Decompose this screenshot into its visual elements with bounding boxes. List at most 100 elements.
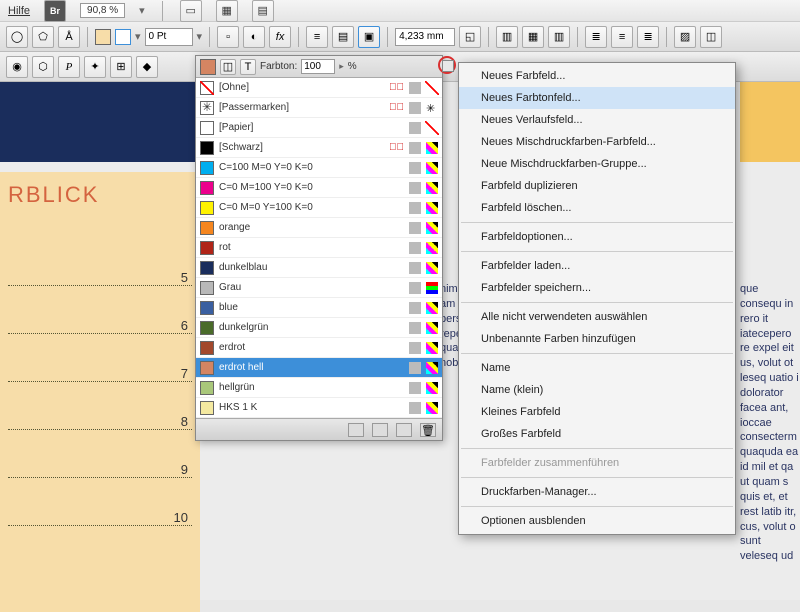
t2-icon[interactable]: ⬡ xyxy=(32,56,54,78)
menubar: Hilfe Br 90,8 % ▾ ▭ ▦ ▤ xyxy=(0,0,800,22)
swatches-header: ◫ T Farbton: ▸ % xyxy=(196,56,442,78)
swatch-name: [Ohne] xyxy=(219,82,384,93)
bridge-button[interactable]: Br xyxy=(44,0,66,22)
swatch-row[interactable]: C=0 M=100 Y=0 K=0 xyxy=(196,178,442,198)
swatch-row[interactable]: HKS 1 K xyxy=(196,398,442,418)
swatch-row[interactable]: C=0 M=0 Y=100 K=0 xyxy=(196,198,442,218)
panel-type-proxy[interactable]: T xyxy=(240,59,256,75)
swatch-row[interactable]: dunkelblau xyxy=(196,258,442,278)
menu-item[interactable]: Farbfelder laden... xyxy=(459,255,735,277)
menu-item[interactable]: Farbfelder speichern... xyxy=(459,277,735,299)
swatch-row[interactable]: erdrot hell xyxy=(196,358,442,378)
menu-item[interactable]: Name xyxy=(459,357,735,379)
swatch-row[interactable]: Grau xyxy=(196,278,442,298)
panel-stroke-proxy[interactable]: ◫ xyxy=(220,59,236,75)
stroke-color[interactable] xyxy=(115,29,131,45)
fill-color[interactable] xyxy=(95,29,111,45)
menu-item[interactable]: Neue Mischdruckfarben-Gruppe... xyxy=(459,153,735,175)
new-swatch-icon[interactable] xyxy=(396,423,412,437)
swatch-row[interactable]: orange xyxy=(196,218,442,238)
swatch-chip xyxy=(200,141,214,155)
global-icon xyxy=(409,362,421,374)
swatch-list[interactable]: [Ohne]✎⃠[Passermarken]✎⃠✳[Papier][Schwar… xyxy=(196,78,442,418)
menu-item[interactable]: Neues Verlaufsfeld... xyxy=(459,109,735,131)
swatch-chip xyxy=(200,361,214,375)
toc-row: 7 xyxy=(8,334,192,382)
menu-item[interactable]: Neues Farbfeld... xyxy=(459,65,735,87)
menu-help[interactable]: Hilfe xyxy=(8,5,30,17)
effects-icon[interactable]: ▫ xyxy=(217,26,239,48)
swatch-row[interactable]: [Ohne]✎⃠ xyxy=(196,78,442,98)
opacity-icon[interactable]: ◐ xyxy=(243,26,265,48)
menu-item[interactable]: Druckfarben-Manager... xyxy=(459,481,735,503)
swatch-row[interactable]: [Schwarz]✎⃠ xyxy=(196,138,442,158)
workspace-icon[interactable]: ▤ xyxy=(252,0,274,22)
show-list-icon[interactable] xyxy=(348,423,364,437)
menu-item[interactable]: Name (klein) xyxy=(459,379,735,401)
menu-item[interactable]: Farbfeld duplizieren xyxy=(459,175,735,197)
extra2-icon[interactable]: ◫ xyxy=(700,26,722,48)
global-icon xyxy=(409,202,421,214)
wrap3-icon[interactable]: ▣ xyxy=(358,26,380,48)
fx-icon[interactable]: fx xyxy=(269,26,291,48)
blue-rect xyxy=(0,82,200,162)
menu-item[interactable]: Neues Farbtonfeld... xyxy=(459,87,735,109)
swatch-row[interactable]: erdrot xyxy=(196,338,442,358)
t3-icon[interactable]: ✦ xyxy=(84,56,106,78)
menu-item[interactable]: Farbfeld löschen... xyxy=(459,197,735,219)
measure-input[interactable] xyxy=(395,28,455,46)
swatch-row[interactable]: [Papier] xyxy=(196,118,442,138)
align3-icon[interactable]: ▥ xyxy=(548,26,570,48)
swatch-row[interactable]: hellgrün xyxy=(196,378,442,398)
menu-item[interactable]: Großes Farbfeld xyxy=(459,423,735,445)
menu-divider xyxy=(461,448,733,449)
p-icon[interactable]: P xyxy=(58,56,80,78)
tint-input[interactable] xyxy=(301,59,335,74)
zoom-input[interactable]: 90,8 % xyxy=(80,3,125,18)
swatch-row[interactable]: blue xyxy=(196,298,442,318)
dist3-icon[interactable]: ≣ xyxy=(637,26,659,48)
swatch-chip xyxy=(200,201,214,215)
dist2-icon[interactable]: ≡ xyxy=(611,26,633,48)
wrap2-icon[interactable]: ▤ xyxy=(332,26,354,48)
show-grid-icon[interactable] xyxy=(372,423,388,437)
swatch-chip xyxy=(200,81,214,95)
t4-icon[interactable]: ⊞ xyxy=(110,56,132,78)
menu-item[interactable]: Optionen ausblenden xyxy=(459,510,735,532)
swatch-chip xyxy=(200,341,214,355)
menu-divider xyxy=(461,251,733,252)
character-icon[interactable]: Å xyxy=(58,26,80,48)
extra1-icon[interactable]: ▨ xyxy=(674,26,696,48)
ellipse-tool-icon[interactable]: ◯ xyxy=(6,26,28,48)
colormode-icon xyxy=(426,302,438,314)
colormode-icon xyxy=(426,242,438,254)
arrange-icon[interactable]: ▦ xyxy=(216,0,238,22)
t5-icon[interactable]: ◆ xyxy=(136,56,158,78)
wrap-icon[interactable]: ≡ xyxy=(306,26,328,48)
poly-tool-icon[interactable]: ⬠ xyxy=(32,26,54,48)
swatch-row[interactable]: dunkelgrün xyxy=(196,318,442,338)
panel-fill-proxy[interactable] xyxy=(200,59,216,75)
corner-icon[interactable]: ◱ xyxy=(459,26,481,48)
menu-item[interactable]: Kleines Farbfeld xyxy=(459,401,735,423)
swatch-row[interactable]: [Passermarken]✎⃠✳ xyxy=(196,98,442,118)
align2-icon[interactable]: ▦ xyxy=(522,26,544,48)
colormode-icon: ✳ xyxy=(426,102,438,114)
pct-label: % xyxy=(348,61,357,72)
screen-mode-icon[interactable]: ▭ xyxy=(180,0,202,22)
t1-icon[interactable]: ◉ xyxy=(6,56,28,78)
swatch-name: erdrot hell xyxy=(219,362,404,373)
trash-icon[interactable]: 🗑 xyxy=(420,423,436,437)
menu-item[interactable]: Farbfeldoptionen... xyxy=(459,226,735,248)
swatch-row[interactable]: C=100 M=0 Y=0 K=0 xyxy=(196,158,442,178)
swatch-chip xyxy=(200,261,214,275)
align1-icon[interactable]: ▥ xyxy=(496,26,518,48)
dist1-icon[interactable]: ≣ xyxy=(585,26,607,48)
menu-item[interactable]: Alle nicht verwendeten auswählen xyxy=(459,306,735,328)
swatch-row[interactable]: rot xyxy=(196,238,442,258)
global-icon xyxy=(409,382,421,394)
stroke-weight-input[interactable] xyxy=(145,28,193,46)
menu-item[interactable]: Neues Mischdruckfarben-Farbfeld... xyxy=(459,131,735,153)
swatch-name: blue xyxy=(219,302,404,313)
menu-item[interactable]: Unbenannte Farben hinzufügen xyxy=(459,328,735,350)
